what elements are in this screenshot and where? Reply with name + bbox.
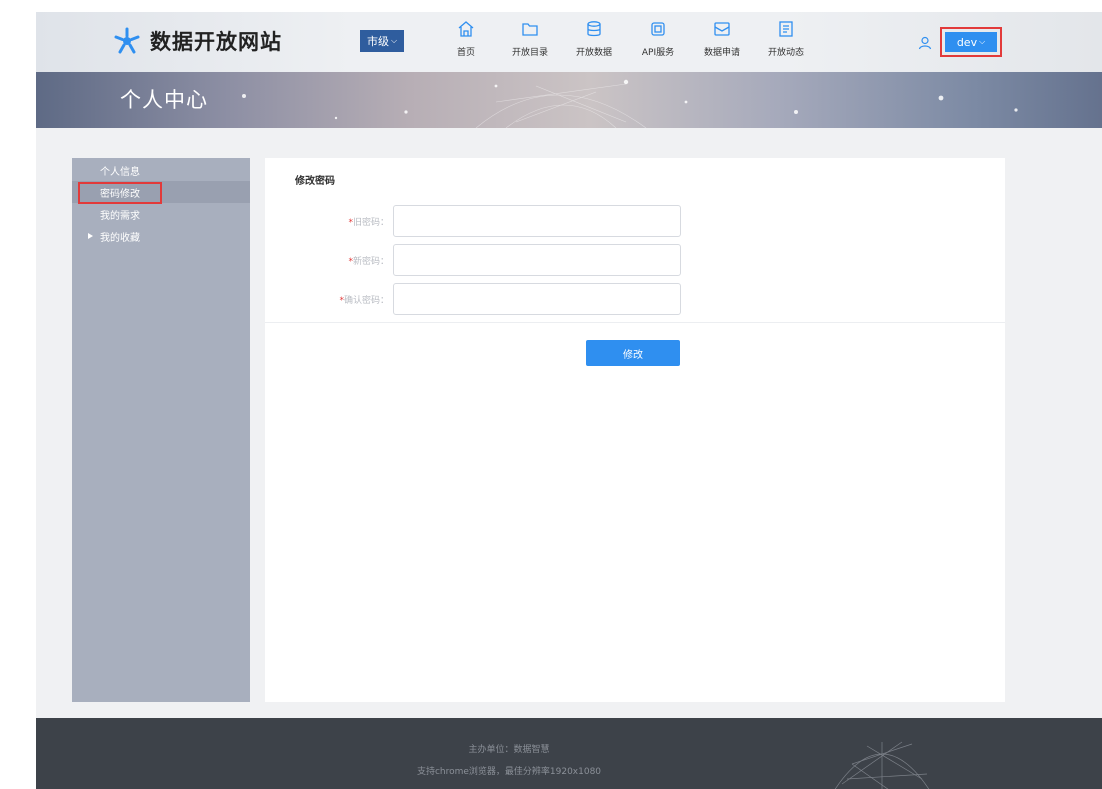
panel-title: 修改密码 (295, 176, 335, 187)
document-icon (775, 18, 797, 40)
nav-home-label: 首页 (456, 48, 475, 58)
active-item-highlight (78, 182, 162, 204)
sidebar-item-label: 我的需求 (100, 210, 140, 222)
user-menu-button[interactable]: dev ⌵ (945, 32, 997, 52)
folder-icon (519, 18, 541, 40)
sidebar: 个人信息 密码修改 我的需求 我的收藏 (72, 158, 250, 702)
page-title: 个人中心 (120, 88, 208, 112)
sidebar-item-profile[interactable]: 个人信息 (72, 159, 250, 181)
user-area: dev ⌵ (918, 27, 1002, 57)
site-footer: 主办单位：数据智慧 支持chrome浏览器，最佳分辨率1920x1080 (36, 718, 1102, 789)
home-icon (455, 18, 477, 40)
database-icon (583, 18, 605, 40)
footer-sponsor-text: 主办单位：数据智慧 (468, 745, 550, 755)
api-icon (647, 18, 669, 40)
form-divider (265, 322, 1005, 323)
nav-open-data[interactable]: 开放数据 (562, 18, 626, 64)
site-header: 数据开放网站 市级 ⌵ 首页 开放目录 开放数据 API服务 数据申请 开放动态… (36, 12, 1102, 72)
nav-news[interactable]: 开放动态 (754, 18, 818, 64)
nav-api-label: API服务 (641, 48, 675, 58)
old-password-row: *旧密码： (265, 205, 681, 237)
nav-data-apply[interactable]: 数据申请 (690, 18, 754, 64)
nav-data-apply-label: 数据申请 (703, 48, 740, 58)
nav-catalog[interactable]: 开放目录 (498, 18, 562, 64)
city-level-label: 市级 (366, 35, 389, 48)
city-level-select[interactable]: 市级 ⌵ (360, 30, 404, 52)
caret-right-icon (88, 233, 93, 239)
submit-button[interactable]: 修改 (586, 340, 680, 366)
old-password-field[interactable] (393, 205, 681, 237)
footer-browser-note: 支持chrome浏览器，最佳分辨率1920x1080 (416, 767, 602, 777)
star-logo-icon (112, 26, 142, 56)
site-logo[interactable]: 数据开放网站 (112, 12, 282, 70)
sidebar-item-label: 我的收藏 (100, 232, 140, 244)
user-menu-highlight: dev ⌵ (940, 27, 1002, 57)
confirm-password-row: *确认密码： (265, 283, 681, 315)
nav-api[interactable]: API服务 (626, 18, 690, 64)
top-caption-strip (0, 0, 1102, 12)
sidebar-item-change-password[interactable]: 密码修改 (72, 181, 250, 204)
sidebar-item-favorites[interactable]: 我的收藏 (72, 225, 250, 247)
sidebar-item-my-requests[interactable]: 我的需求 (72, 203, 250, 225)
nav-catalog-label: 开放目录 (511, 48, 548, 58)
username-label: dev (956, 35, 978, 49)
chevron-down-icon: ⌵ (979, 37, 986, 46)
site-title: 数据开放网站 (150, 30, 282, 54)
sidebar-item-label: 个人信息 (100, 166, 140, 178)
chevron-down-icon: ⌵ (390, 36, 398, 45)
user-icon (918, 35, 932, 50)
new-password-row: *新密码： (265, 244, 681, 276)
old-password-label: *旧密码： (348, 217, 389, 228)
password-panel: 修改密码 *旧密码： *新密码： *确认密码： 修改 (265, 158, 1005, 702)
nav-news-label: 开放动态 (767, 48, 804, 58)
new-password-field[interactable] (393, 244, 681, 276)
confirm-password-field[interactable] (393, 283, 681, 315)
confirm-password-label: *确认密码： (339, 295, 389, 306)
mail-icon (711, 18, 733, 40)
new-password-label: *新密码： (348, 256, 389, 267)
page-banner: 个人中心 (36, 72, 1102, 128)
nav-home[interactable]: 首页 (434, 18, 498, 64)
nav-open-data-label: 开放数据 (575, 48, 612, 58)
main-nav: 首页 开放目录 开放数据 API服务 数据申请 开放动态 (434, 18, 818, 64)
main-content: 个人信息 密码修改 我的需求 我的收藏 修改密码 *旧密码： *新密码： *确认… (36, 128, 1102, 718)
globe-mesh-decoration (834, 741, 930, 789)
